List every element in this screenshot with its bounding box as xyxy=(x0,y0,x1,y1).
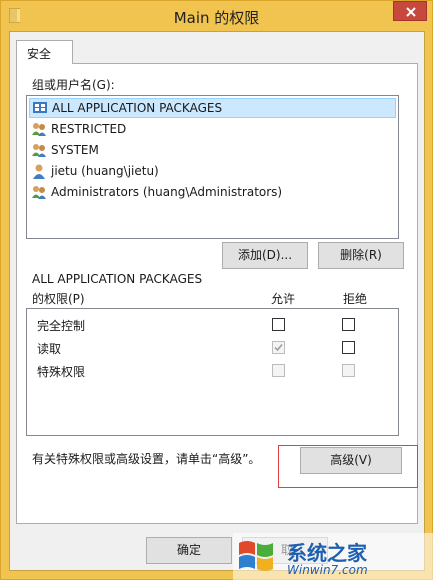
ok-button[interactable]: 确定 xyxy=(146,537,232,564)
permissions-list: 完全控制 读取 特殊权限 xyxy=(26,308,399,436)
permission-row: 读取 xyxy=(27,336,398,358)
permission-row: 特殊权限 xyxy=(27,359,398,381)
permission-name: 读取 xyxy=(37,342,62,356)
list-item-label: ALL APPLICATION PACKAGES xyxy=(52,101,223,115)
watermark-brand: 系统之家 xyxy=(287,541,367,565)
advanced-button[interactable]: 高级(V) xyxy=(300,447,402,474)
permission-row: 完全控制 xyxy=(27,313,398,335)
add-button[interactable]: 添加(D)... xyxy=(222,242,308,269)
close-icon xyxy=(406,7,416,17)
allow-read-checkbox xyxy=(272,341,285,354)
list-item-label: Administrators (huang\Administrators) xyxy=(51,185,283,199)
watermark-url: Winwin7.com xyxy=(287,563,368,577)
app-packages-icon xyxy=(33,102,47,113)
permission-name: 完全控制 xyxy=(37,319,86,333)
deny-read-checkbox[interactable] xyxy=(342,341,355,354)
list-item[interactable]: jietu (huang\jietu) xyxy=(29,161,396,181)
deny-column-header: 拒绝 xyxy=(343,292,368,306)
close-button[interactable] xyxy=(393,1,427,21)
allow-special-checkbox xyxy=(272,364,285,377)
group-user-list[interactable]: ALL APPLICATION PACKAGES RESTRICTED SYST… xyxy=(26,95,399,239)
checkmark-icon xyxy=(274,344,283,352)
deny-special-checkbox xyxy=(342,364,355,377)
list-item[interactable]: RESTRICTED xyxy=(29,119,396,139)
tab-security-label: 安全 xyxy=(27,47,52,61)
list-item[interactable]: SYSTEM xyxy=(29,140,396,160)
allow-full-control-checkbox[interactable] xyxy=(272,318,285,331)
dialog-body: 安全 组或用户名(G): ALL APPLICATION PACKAGES RE… xyxy=(9,31,425,571)
group-icon xyxy=(32,123,46,136)
permissions-principal: ALL APPLICATION PACKAGES xyxy=(32,272,203,286)
group-list-label: 组或用户名(G): xyxy=(32,78,115,92)
list-item[interactable]: ALL APPLICATION PACKAGES xyxy=(29,98,396,118)
remove-button[interactable]: 删除(R) xyxy=(318,242,404,269)
permission-name: 特殊权限 xyxy=(37,365,86,379)
list-item[interactable]: Administrators (huang\Administrators) xyxy=(29,182,396,202)
permissions-label: 的权限(P) xyxy=(32,292,85,306)
group-icon xyxy=(32,186,46,199)
group-icon xyxy=(32,144,46,157)
deny-full-control-checkbox[interactable] xyxy=(342,318,355,331)
allow-column-header: 允许 xyxy=(271,292,296,306)
list-item-label: SYSTEM xyxy=(51,143,99,157)
list-item-label: RESTRICTED xyxy=(51,122,127,136)
permissions-dialog: Main 的权限 安全 组或用户名(G): ALL APPLICATION PA… xyxy=(0,0,433,580)
user-icon xyxy=(33,164,45,179)
tab-security[interactable]: 安全 xyxy=(16,40,73,64)
advanced-note: 有关特殊权限或高级设置，请单击“高级”。 xyxy=(32,452,261,466)
site-watermark: 系统之家 Winwin7.com xyxy=(233,533,433,580)
window-title: Main 的权限 xyxy=(173,9,260,27)
title-bar[interactable]: Main 的权限 xyxy=(1,1,432,30)
list-item-label: jietu (huang\jietu) xyxy=(51,164,159,178)
